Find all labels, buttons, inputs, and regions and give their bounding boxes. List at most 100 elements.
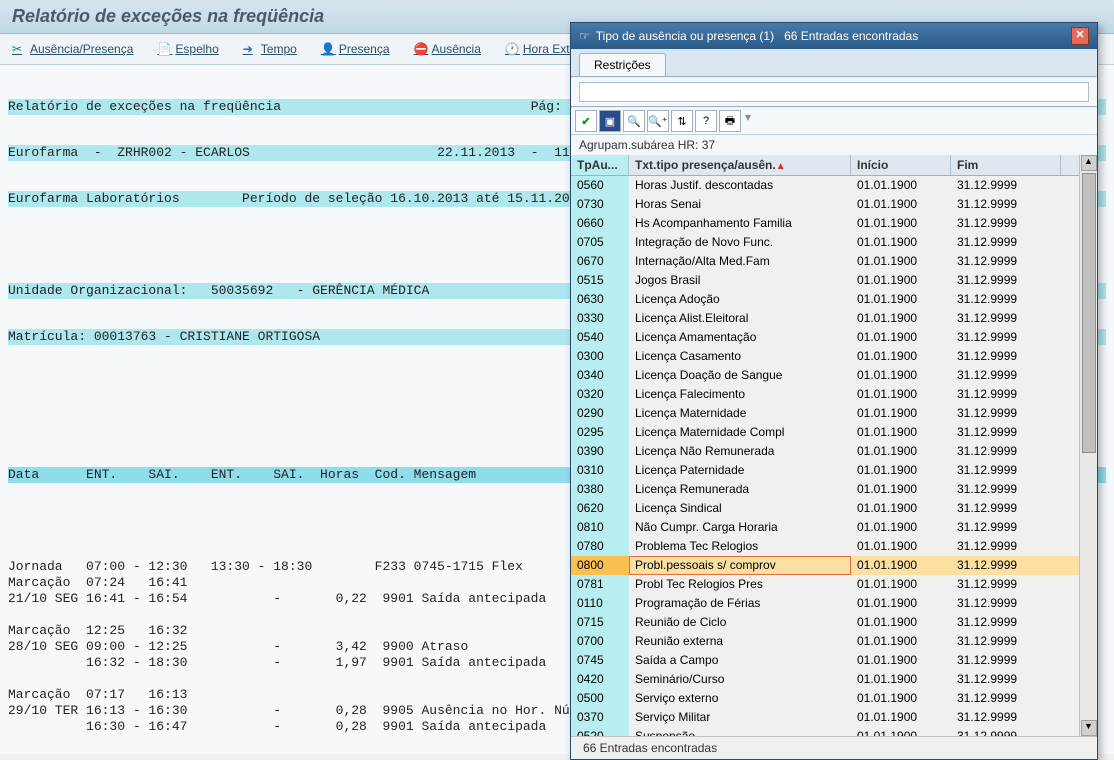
cell-start: 01.01.1900 [851, 195, 951, 214]
print-button[interactable]: 🖶 [719, 110, 741, 132]
vertical-scrollbar[interactable]: ▲ ▼ [1079, 155, 1097, 736]
toolbar-item-5[interactable]: 🕐Hora Extra [505, 42, 580, 56]
cell-end: 31.12.9999 [951, 271, 1061, 290]
ok-button[interactable]: ✔ [575, 110, 597, 132]
table-row[interactable]: 0290Licença Maternidade01.01.190031.12.9… [571, 404, 1079, 423]
cell-end: 31.12.9999 [951, 442, 1061, 461]
cell-start: 01.01.1900 [851, 328, 951, 347]
table-row[interactable]: 0390Licença Não Remunerada01.01.190031.1… [571, 442, 1079, 461]
cell-code: 0330 [571, 309, 629, 328]
cell-text: Problema Tec Relogios [629, 537, 851, 556]
popup-grid: TpAu... Txt.tipo presença/ausên.▲ Início… [571, 155, 1097, 736]
cell-code: 0670 [571, 252, 629, 271]
close-button[interactable]: ✕ [1071, 27, 1089, 45]
table-row[interactable]: 0540Licença Amamentação01.01.190031.12.9… [571, 328, 1079, 347]
toolbar-expand-icon: ▾ [745, 110, 751, 132]
table-row[interactable]: 0300Licença Casamento01.01.190031.12.999… [571, 347, 1079, 366]
scroll-down-icon[interactable]: ▼ [1081, 720, 1097, 736]
cell-end: 31.12.9999 [951, 309, 1061, 328]
table-row[interactable]: 0295Licença Maternidade Compl01.01.19003… [571, 423, 1079, 442]
cell-start: 01.01.1900 [851, 556, 951, 575]
help-button[interactable]: ? [695, 110, 717, 132]
cell-code: 0380 [571, 480, 629, 499]
col-header-text[interactable]: Txt.tipo presença/ausên.▲ [629, 155, 851, 175]
table-row[interactable]: 0810Não Cumpr. Carga Horaria01.01.190031… [571, 518, 1079, 537]
popup-iconbar: ✔ ▣ 🔍 🔍⁺ ⇅ ? 🖶 ▾ [571, 108, 1097, 135]
cell-code: 0390 [571, 442, 629, 461]
toolbar-item-1[interactable]: 📄Espelho [157, 42, 218, 56]
table-row[interactable]: 0500Serviço externo01.01.190031.12.9999 [571, 689, 1079, 708]
sort-asc-icon: ▲ [776, 161, 786, 172]
table-row[interactable]: 0700Reunião externa01.01.190031.12.9999 [571, 632, 1079, 651]
find-button[interactable]: 🔍 [623, 110, 645, 132]
popup-tabstrip: Restrições [571, 49, 1097, 76]
table-row[interactable]: 0330Licença Alist.Eleitoral01.01.190031.… [571, 309, 1079, 328]
cell-code: 0715 [571, 613, 629, 632]
toolbar-item-2[interactable]: ➔Tempo [243, 42, 297, 56]
cell-text: Licença Sindical [629, 499, 851, 518]
search-input[interactable] [579, 82, 1089, 102]
toolbar-item-3[interactable]: 👤Presença [321, 42, 390, 56]
scroll-thumb[interactable] [1082, 173, 1096, 453]
cell-code: 0515 [571, 271, 629, 290]
popup-info: Agrupam.subárea HR: 37 [571, 135, 1097, 155]
table-row[interactable]: 0781Probl Tec Relogios Pres01.01.190031.… [571, 575, 1079, 594]
cell-end: 31.12.9999 [951, 632, 1061, 651]
cell-code: 0300 [571, 347, 629, 366]
cell-text: Horas Justif. descontadas [629, 176, 851, 195]
table-row[interactable]: 0340Licença Doação de Sangue01.01.190031… [571, 366, 1079, 385]
table-row[interactable]: 0515Jogos Brasil01.01.190031.12.9999 [571, 271, 1079, 290]
table-row[interactable]: 0560Horas Justif. descontadas01.01.19003… [571, 176, 1079, 195]
cell-text: Probl Tec Relogios Pres [629, 575, 851, 594]
cell-code: 0730 [571, 195, 629, 214]
table-row[interactable]: 0800Probl.pessoais s/ comprov01.01.19003… [571, 556, 1079, 575]
table-row[interactable]: 0320Licença Falecimento01.01.190031.12.9… [571, 385, 1079, 404]
popup-titlebar[interactable]: ☞ Tipo de ausência ou presença (1) 66 En… [571, 23, 1097, 49]
toolbar-label: Ausência/Presença [30, 42, 133, 56]
table-row[interactable]: 0520Suspensão01.01.190031.12.9999 [571, 727, 1079, 736]
table-row[interactable]: 0745Saída a Campo01.01.190031.12.9999 [571, 651, 1079, 670]
table-row[interactable]: 0730Horas Senai01.01.190031.12.9999 [571, 195, 1079, 214]
cell-code: 0110 [571, 594, 629, 613]
table-row[interactable]: 0660Hs Acompanhamento Familia01.01.19003… [571, 214, 1079, 233]
cell-start: 01.01.1900 [851, 632, 951, 651]
cell-code: 0290 [571, 404, 629, 423]
cell-code: 0705 [571, 233, 629, 252]
cell-end: 31.12.9999 [951, 176, 1061, 195]
cell-text: Licença Não Remunerada [629, 442, 851, 461]
table-row[interactable]: 0380Licença Remunerada01.01.190031.12.99… [571, 480, 1079, 499]
col-header-code[interactable]: TpAu... [571, 155, 629, 175]
table-row[interactable]: 0420Seminário/Curso01.01.190031.12.9999 [571, 670, 1079, 689]
find-next-button[interactable]: 🔍⁺ [647, 110, 669, 132]
table-row[interactable]: 0310Licença Paternidade01.01.190031.12.9… [571, 461, 1079, 480]
tab-restricoes[interactable]: Restrições [579, 53, 666, 76]
table-row[interactable]: 0705Integração de Novo Func.01.01.190031… [571, 233, 1079, 252]
grid-header: TpAu... Txt.tipo presença/ausên.▲ Início… [571, 155, 1079, 176]
sort-button[interactable]: ⇅ [671, 110, 693, 132]
toolbar-item-4[interactable]: ⛔Ausência [414, 42, 481, 56]
table-row[interactable]: 0715Reunião de Ciclo01.01.190031.12.9999 [571, 613, 1079, 632]
table-row[interactable]: 0110Programação de Férias01.01.190031.12… [571, 594, 1079, 613]
scroll-up-icon[interactable]: ▲ [1081, 155, 1097, 171]
toolbar-icon: 📄 [157, 42, 171, 56]
cell-text: Licença Adoção [629, 290, 851, 309]
toolbar-item-0[interactable]: ✂Ausência/Presença [12, 42, 133, 56]
cell-text: Licença Maternidade Compl [629, 423, 851, 442]
col-header-end[interactable]: Fim [951, 155, 1061, 175]
col-header-start[interactable]: Início [851, 155, 951, 175]
cell-start: 01.01.1900 [851, 214, 951, 233]
cell-code: 0310 [571, 461, 629, 480]
cell-code: 0660 [571, 214, 629, 233]
table-row[interactable]: 0780Problema Tec Relogios01.01.190031.12… [571, 537, 1079, 556]
collapse-button[interactable]: ▣ [599, 110, 621, 132]
table-row[interactable]: 0370Serviço Militar01.01.190031.12.9999 [571, 708, 1079, 727]
table-row[interactable]: 0670Internação/Alta Med.Fam01.01.190031.… [571, 252, 1079, 271]
table-row[interactable]: 0620Licença Sindical01.01.190031.12.9999 [571, 499, 1079, 518]
table-row[interactable]: 0630Licença Adoção01.01.190031.12.9999 [571, 290, 1079, 309]
popup-title-text: Tipo de ausência ou presença (1) 66 Entr… [596, 29, 1071, 43]
cell-code: 0700 [571, 632, 629, 651]
cell-end: 31.12.9999 [951, 670, 1061, 689]
cell-code: 0560 [571, 176, 629, 195]
cell-start: 01.01.1900 [851, 252, 951, 271]
popup-statusbar: 66 Entradas encontradas [571, 736, 1097, 759]
